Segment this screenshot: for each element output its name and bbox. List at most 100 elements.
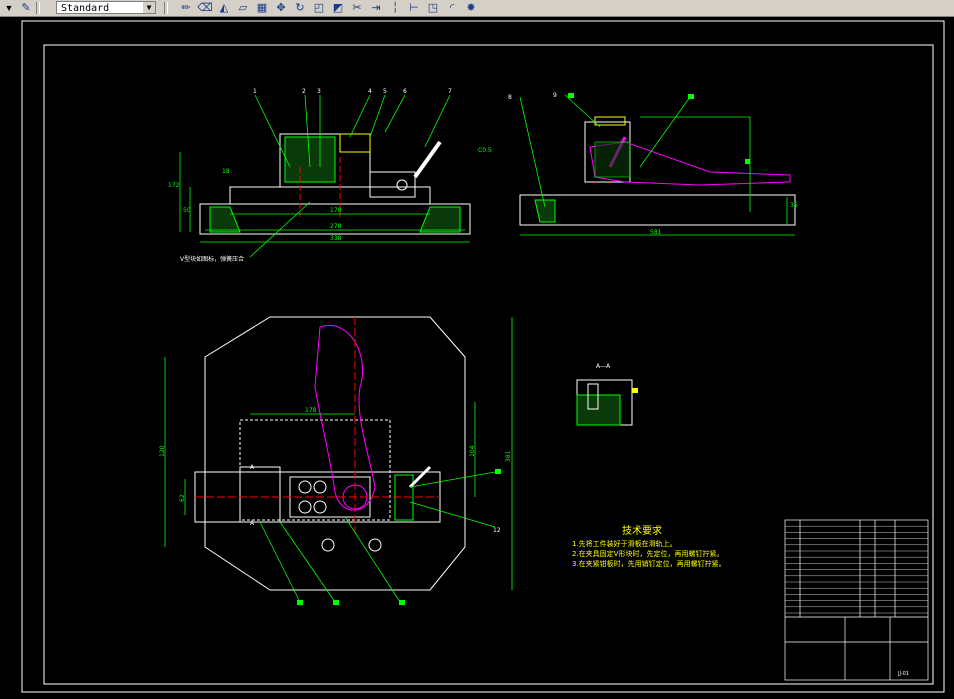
move-icon[interactable]: ✥ (273, 1, 289, 15)
marker-square (568, 93, 574, 98)
dim-text: 338 (330, 235, 342, 242)
side-block-hatch (594, 141, 631, 178)
dim-text: 18 (222, 168, 230, 175)
leader (344, 516, 401, 603)
bolt-hole (313, 480, 327, 494)
explode-icon[interactable]: ✸ (463, 1, 479, 15)
yellow-box (339, 133, 371, 153)
balloon-number: 4 (368, 88, 372, 95)
balloon-number: 9 (553, 92, 557, 99)
leader (384, 94, 406, 133)
plan-block-left (239, 466, 281, 523)
balloon-number: 7 (448, 88, 452, 95)
balloon-number: 12 (493, 527, 501, 534)
text-style-value: Standard (61, 3, 110, 14)
extend-icon[interactable]: ⇥ (368, 1, 384, 15)
bolt-hole (298, 480, 312, 494)
plan-outline (204, 316, 466, 591)
scale-icon[interactable]: ◰ (311, 1, 327, 15)
dim-text: 178 (305, 407, 317, 414)
side-view (519, 116, 796, 226)
dim-text: 50 (183, 207, 191, 214)
marker-square (399, 600, 405, 605)
marker-square (688, 94, 694, 99)
leader (349, 94, 371, 138)
marker-square (495, 469, 501, 474)
section-view (576, 379, 638, 426)
side-base (519, 194, 796, 226)
pencil-icon[interactable]: ✏ (178, 1, 194, 15)
toolbar-separator (164, 2, 168, 14)
stretch-icon[interactable]: ◩ (330, 1, 346, 15)
offset-icon[interactable]: ▱ (235, 1, 251, 15)
clamp-body (369, 171, 416, 198)
marker-square (297, 600, 303, 605)
text-style-combo[interactable]: Standard ▼ (56, 1, 156, 14)
bolt-hole (368, 538, 382, 552)
dim-text: 278 (330, 223, 342, 230)
title-block (784, 519, 929, 681)
bom-rows (785, 526, 928, 614)
chevron-down-icon[interactable]: ▼ (143, 2, 155, 13)
note-text: V型块如图标，弹簧压合 (180, 255, 244, 263)
side-top-box (594, 116, 626, 126)
leader (564, 94, 601, 128)
drawing-canvas[interactable]: 178 278 338 172 50 18 1 2 3 4 5 6 7 V型块如… (0, 17, 954, 694)
hidden-outline (239, 419, 391, 521)
plan-view (194, 316, 466, 591)
dim-text: 35 (790, 202, 798, 209)
leader (254, 94, 291, 168)
leader (424, 94, 451, 148)
balloon-number: 6 (403, 88, 407, 95)
tech-req-line: 3.在夹紧钳板时，先用销钉定位，再用螺钉拧紧。 (572, 559, 726, 568)
marker-square (333, 600, 339, 605)
hatch-left (209, 206, 241, 233)
balloon-number: 5 (383, 88, 387, 95)
dim-text: 381 (505, 450, 512, 462)
join-icon[interactable]: ⊢ (406, 1, 422, 15)
marker-square (745, 159, 750, 164)
tech-req-title: 技术要求 (622, 524, 662, 537)
marker-square (632, 388, 638, 393)
clamp-bolt (396, 179, 408, 191)
section-marker: A (250, 520, 255, 527)
plan-dimensions (164, 317, 513, 603)
dropdown-arrow-icon[interactable]: ▼ (2, 2, 16, 14)
handle (413, 140, 442, 179)
front-balloons: 1 2 3 4 5 6 7 (253, 88, 452, 95)
hatch-right (419, 206, 461, 233)
dim-text: C0.5 (478, 147, 492, 154)
mirror-icon[interactable]: ◭ (216, 1, 232, 15)
leader (519, 96, 546, 208)
dim-text: 104 (469, 445, 476, 457)
side-hatch (534, 199, 556, 223)
text-style-icon[interactable]: ✎ (18, 1, 34, 15)
fillet-icon[interactable]: ◜ (444, 1, 460, 15)
erase-icon[interactable]: ⌫ (197, 1, 213, 15)
dim-text: 581 (650, 229, 662, 236)
side-dimensions (519, 94, 795, 236)
leader (249, 201, 311, 258)
dim-text: 178 (330, 207, 342, 214)
sheet-border (21, 20, 945, 693)
section-title: A—A (596, 363, 611, 370)
balloon-number: 1 (253, 88, 257, 95)
toolbar: ▼ ✎ Standard ▼ ✏ ⌫ ◭ ▱ ▦ ✥ ↻ ◰ ◩ ✂ ⇥ ╎ ⊢ ◳ ◜ ✸ (0, 0, 954, 17)
bolt-hole (321, 538, 335, 552)
dim-text: 172 (168, 182, 180, 189)
side-balloons: 8 9 (508, 92, 557, 101)
balloon-number: 8 (508, 94, 512, 101)
dim-text: 62 (179, 494, 186, 502)
chamfer-icon[interactable]: ◳ (425, 1, 441, 15)
drawing-code: JJ-01 (897, 671, 909, 677)
break-icon[interactable]: ╎ (387, 1, 403, 15)
bolt-hole (313, 500, 327, 514)
array-icon[interactable]: ▦ (254, 1, 270, 15)
trim-icon[interactable]: ✂ (349, 1, 365, 15)
toolbar-separator (36, 2, 40, 14)
balloon-number: 3 (317, 88, 321, 95)
tech-req-line: 2.在夹具固定V形块时，先定位，再用螺钉拧紧。 (572, 549, 723, 558)
rotate-icon[interactable]: ↻ (292, 1, 308, 15)
tech-req-line: 1.先将工件装好于滑板在滑轨上。 (572, 539, 677, 548)
bom-frame (784, 519, 929, 681)
